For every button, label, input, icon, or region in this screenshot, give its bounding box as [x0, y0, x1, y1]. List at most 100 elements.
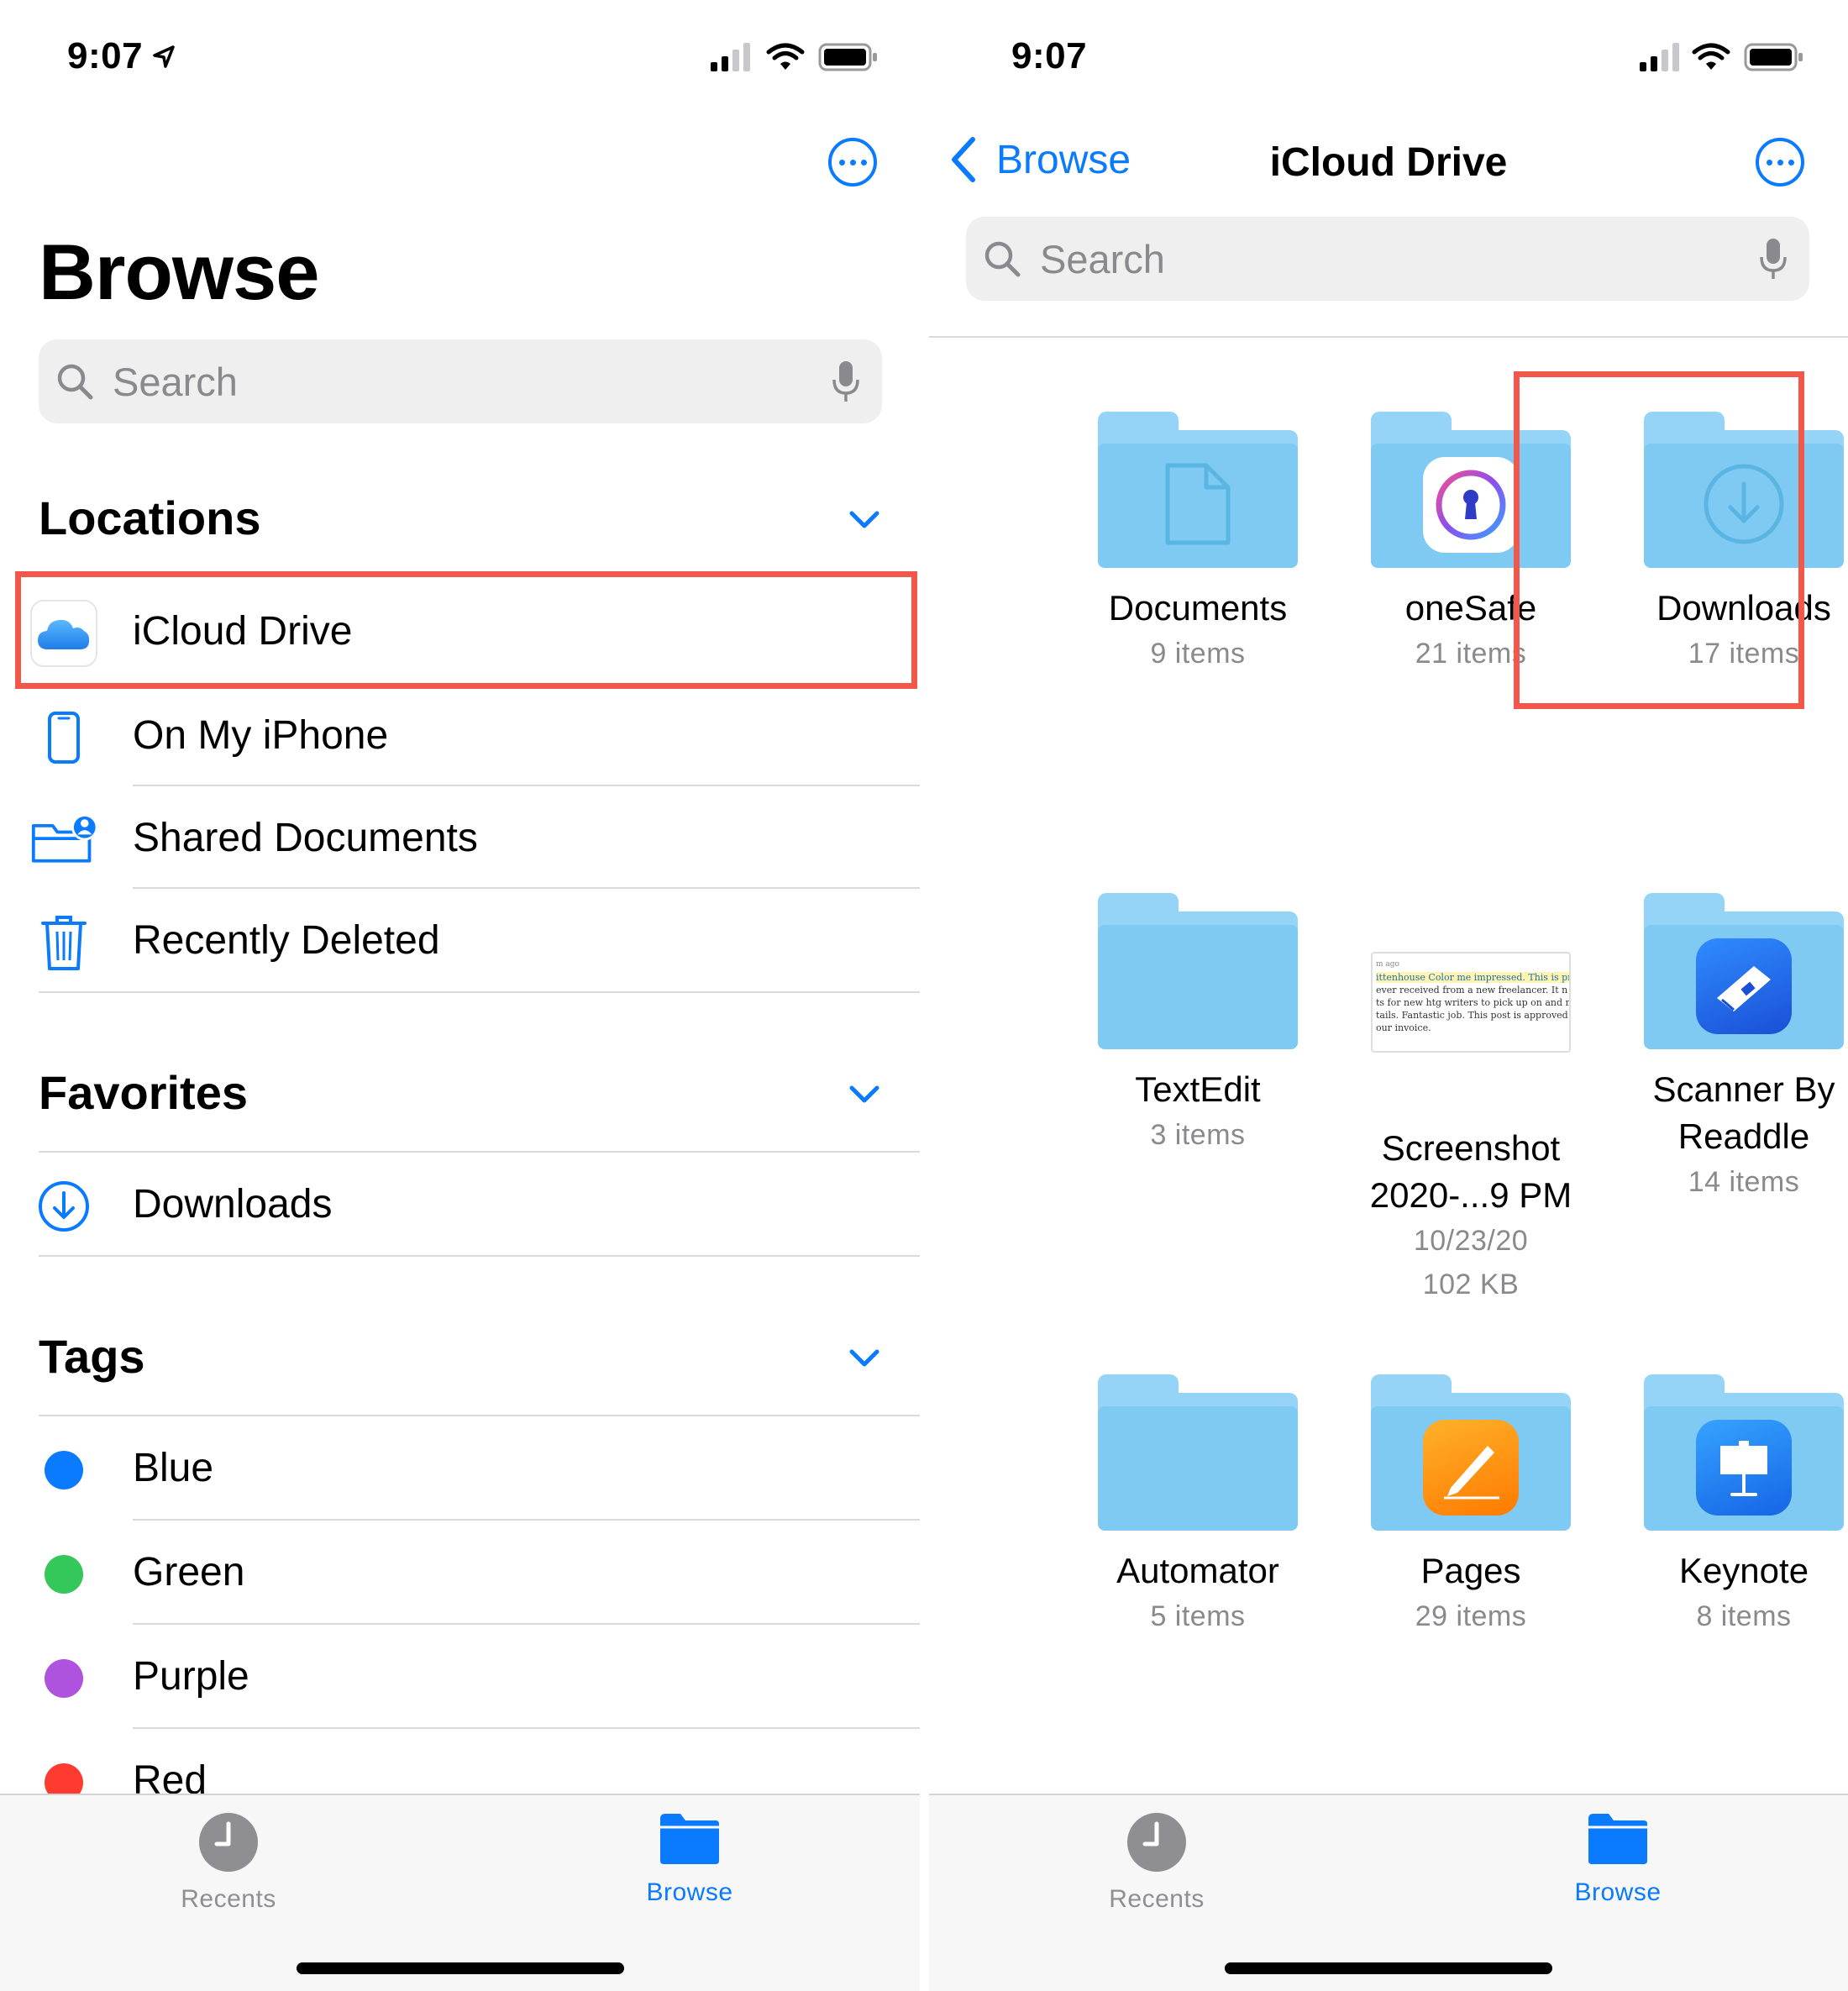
page-title: iCloud Drive — [1269, 140, 1508, 185]
item-name: Pages — [1420, 1551, 1521, 1590]
folder-textedit[interactable]: TextEdit 3 items — [1072, 893, 1324, 1157]
item-count: 5 items — [1150, 1600, 1246, 1632]
search-field[interactable]: Search — [39, 339, 882, 423]
favorites-header: Favorites — [39, 1066, 248, 1119]
item-count: 3 items — [1150, 1119, 1246, 1151]
highlight-box — [1514, 371, 1804, 709]
folder-icon — [1098, 412, 1298, 568]
sidebar-item-label: On My iPhone — [133, 713, 389, 758]
more-options-button[interactable] — [1756, 138, 1804, 186]
folder-icon — [1644, 893, 1844, 1049]
clock-icon — [199, 1813, 258, 1872]
cellular-signal-icon — [1640, 43, 1679, 71]
ellipsis-dot — [849, 159, 856, 165]
cellular-signal-icon — [711, 43, 750, 71]
item-name: Keynote — [1678, 1551, 1809, 1590]
sidebar-item-shared-documents[interactable]: Shared Documents — [0, 786, 920, 889]
tab-label: Browse — [646, 1878, 733, 1906]
item-name: TextEdit — [1135, 1069, 1261, 1109]
tag-color-dot — [45, 1451, 83, 1489]
sidebar-item-on-my-iphone[interactable]: On My iPhone — [0, 684, 920, 786]
sidebar-item-label: Downloads — [133, 1182, 333, 1227]
chevron-down-icon[interactable] — [848, 1084, 880, 1106]
sidebar-item-recently-deleted[interactable]: Recently Deleted — [0, 889, 920, 991]
thumbnail-line: ittenhouse Color me impressed. This is p… — [1376, 972, 1571, 983]
item-date: 10/23/20 — [1413, 1225, 1529, 1257]
thumbnail-line: ts for new htg writers to pick up on and… — [1376, 997, 1571, 1008]
tab-browse[interactable]: Browse — [606, 1812, 774, 1907]
folder-icon — [1588, 1814, 1647, 1864]
thumbnail-line: ever received from a new freelancer. It … — [1376, 985, 1568, 996]
status-time: 9:07 — [1011, 35, 1088, 76]
sidebar-item-downloads[interactable]: Downloads — [0, 1153, 920, 1255]
search-placeholder: Search — [113, 359, 238, 404]
clock-icon — [1127, 1813, 1186, 1872]
location-arrow-icon — [151, 37, 176, 79]
screenshot-thumbnail: m ago ittenhouse Color me impressed. Thi… — [1345, 952, 1597, 1108]
folder-scanner-by-readdle[interactable]: Scanner By Readdle 14 items — [1618, 893, 1848, 1204]
shared-folder-icon — [30, 806, 97, 874]
search-icon — [984, 241, 1021, 277]
iphone-icon — [30, 704, 97, 771]
battery-icon — [818, 43, 877, 71]
sidebar-item-label: Shared Documents — [133, 816, 478, 860]
item-count: 8 items — [1696, 1600, 1792, 1632]
folder-icon — [1098, 893, 1298, 1049]
wifi-icon — [766, 43, 805, 70]
tab-label: Recents — [181, 1885, 276, 1913]
chevron-down-icon[interactable] — [848, 509, 880, 531]
tab-recents[interactable]: Recents — [144, 1812, 312, 1914]
folder-icon — [660, 1814, 719, 1864]
item-name: Screenshot 2020-...9 PM — [1369, 1128, 1572, 1215]
scanner-app-icon — [1644, 938, 1844, 1034]
tab-browse[interactable]: Browse — [1534, 1812, 1702, 1907]
chevron-down-icon[interactable] — [848, 1347, 880, 1369]
panel-divider — [920, 0, 929, 1991]
ellipsis-dot — [860, 159, 867, 165]
status-bar: 9:07 — [0, 0, 920, 118]
tag-label: Blue — [133, 1446, 214, 1490]
browse-screen: 9:07 Browse Search Locations iCloud Driv… — [0, 0, 920, 1991]
tag-color-dot — [45, 1659, 83, 1698]
folder-pages[interactable]: Pages 29 items — [1345, 1374, 1597, 1638]
folder-keynote[interactable]: Keynote 8 items — [1618, 1374, 1848, 1638]
search-placeholder: Search — [1040, 236, 1165, 281]
ellipsis-dot — [1777, 159, 1783, 165]
tag-label: Purple — [133, 1654, 249, 1699]
folder-automator[interactable]: Automator 5 items — [1072, 1374, 1324, 1638]
folder-icon — [1644, 1374, 1844, 1531]
ellipsis-dot — [1788, 159, 1794, 165]
icloud-drive-screen: 9:07 Browse iCloud Drive Search Document… — [929, 0, 1848, 1991]
tag-item-purple[interactable]: Purple — [0, 1625, 920, 1727]
folder-icon — [1098, 1374, 1298, 1531]
tab-bar: Recents Browse — [929, 1794, 1848, 1991]
tag-color-dot — [45, 1555, 83, 1594]
keynote-app-icon — [1644, 1420, 1844, 1516]
wifi-icon — [1692, 43, 1730, 70]
thumbnail-line: m ago — [1376, 960, 1399, 969]
download-circle-icon — [30, 1173, 97, 1240]
more-options-button[interactable] — [828, 138, 877, 186]
home-indicator — [296, 1962, 624, 1974]
divider — [929, 336, 1848, 338]
item-size: 102 KB — [1422, 1269, 1520, 1300]
ellipsis-dot — [1766, 159, 1772, 165]
trash-icon — [30, 909, 97, 976]
tab-bar: Recents Browse — [0, 1794, 920, 1991]
file-screenshot[interactable]: m ago ittenhouse Color me impressed. Thi… — [1345, 893, 1597, 1306]
microphone-icon[interactable] — [832, 360, 860, 403]
tag-item-blue[interactable]: Blue — [0, 1416, 920, 1519]
locations-header: Locations — [39, 491, 261, 544]
tab-recents[interactable]: Recents — [1073, 1812, 1241, 1914]
home-indicator — [1225, 1962, 1552, 1974]
search-field[interactable]: Search — [966, 217, 1809, 301]
battery-icon — [1744, 43, 1803, 71]
tags-header: Tags — [39, 1330, 145, 1383]
tag-item-green[interactable]: Green — [0, 1521, 920, 1623]
item-name: Documents — [1108, 588, 1288, 628]
microphone-icon[interactable] — [1759, 237, 1788, 281]
highlight-box — [15, 571, 917, 689]
item-name: Automator — [1116, 1551, 1279, 1590]
folder-documents[interactable]: Documents 9 items — [1072, 412, 1324, 675]
folder-icon — [1371, 1374, 1571, 1531]
